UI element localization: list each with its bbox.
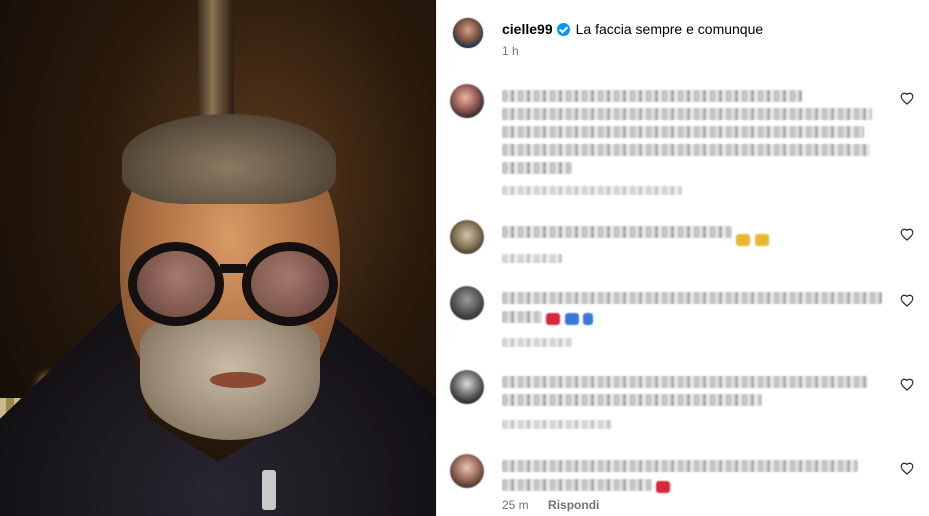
comment-text-redacted [502, 456, 892, 493]
emoji-redacted [754, 233, 769, 246]
emoji-redacted [736, 233, 751, 246]
like-heart-icon[interactable] [900, 462, 914, 475]
comment-text-redacted [502, 372, 892, 412]
comment-item [450, 84, 920, 195]
post-photo[interactable] [0, 0, 436, 516]
comment-meta-redacted [502, 338, 572, 347]
glasses-lens-right [242, 242, 338, 326]
commenter-avatar[interactable] [450, 220, 484, 254]
comment-text-redacted [502, 222, 892, 249]
comment-meta-redacted [502, 186, 682, 195]
caption-line: cielle99 La faccia sempre e comunque [502, 21, 763, 37]
comment-item [450, 286, 920, 356]
post-caption: cielle99 La faccia sempre e comunque 1 h [452, 14, 922, 64]
person-glasses [128, 242, 338, 326]
comment-text-redacted [502, 86, 892, 180]
caption-text: La faccia sempre e comunque [575, 21, 764, 37]
like-heart-icon[interactable] [900, 92, 914, 105]
commenter-avatar[interactable] [450, 370, 484, 404]
emoji-redacted [583, 312, 594, 325]
commenter-avatar[interactable] [450, 84, 484, 118]
comment-text-redacted [502, 288, 892, 325]
like-heart-icon[interactable] [900, 294, 914, 307]
comment-meta-redacted [502, 420, 612, 429]
panel-divider [436, 0, 437, 516]
emoji-redacted [546, 312, 561, 325]
comment-item [450, 220, 920, 270]
glasses-bridge [220, 264, 246, 273]
author-username[interactable]: cielle99 [502, 21, 553, 37]
person-hair [122, 114, 336, 204]
author-avatar[interactable] [452, 17, 484, 49]
reply-button[interactable]: Rispondi [548, 498, 599, 512]
like-heart-icon[interactable] [900, 378, 914, 391]
hoodie-zipper [262, 470, 276, 510]
verified-badge-icon [556, 22, 570, 36]
comment-item [450, 370, 920, 440]
glasses-lens-left [128, 242, 224, 326]
post-time[interactable]: 1 h [502, 44, 519, 58]
comment-meta [502, 416, 612, 435]
comment-meta-redacted [502, 254, 562, 263]
comment-meta: 25 m Rispondi [502, 498, 615, 512]
emoji-redacted [656, 480, 671, 493]
like-heart-icon[interactable] [900, 228, 914, 241]
comment-time[interactable]: 25 m [502, 498, 529, 512]
comment-meta [502, 250, 562, 269]
commenter-avatar[interactable] [450, 286, 484, 320]
emoji-redacted [564, 312, 579, 325]
comment-item: 25 m Rispondi [450, 454, 920, 516]
comment-meta [502, 182, 682, 201]
comment-meta [502, 334, 572, 353]
commenter-avatar[interactable] [450, 454, 484, 488]
person-mouth [210, 372, 266, 388]
